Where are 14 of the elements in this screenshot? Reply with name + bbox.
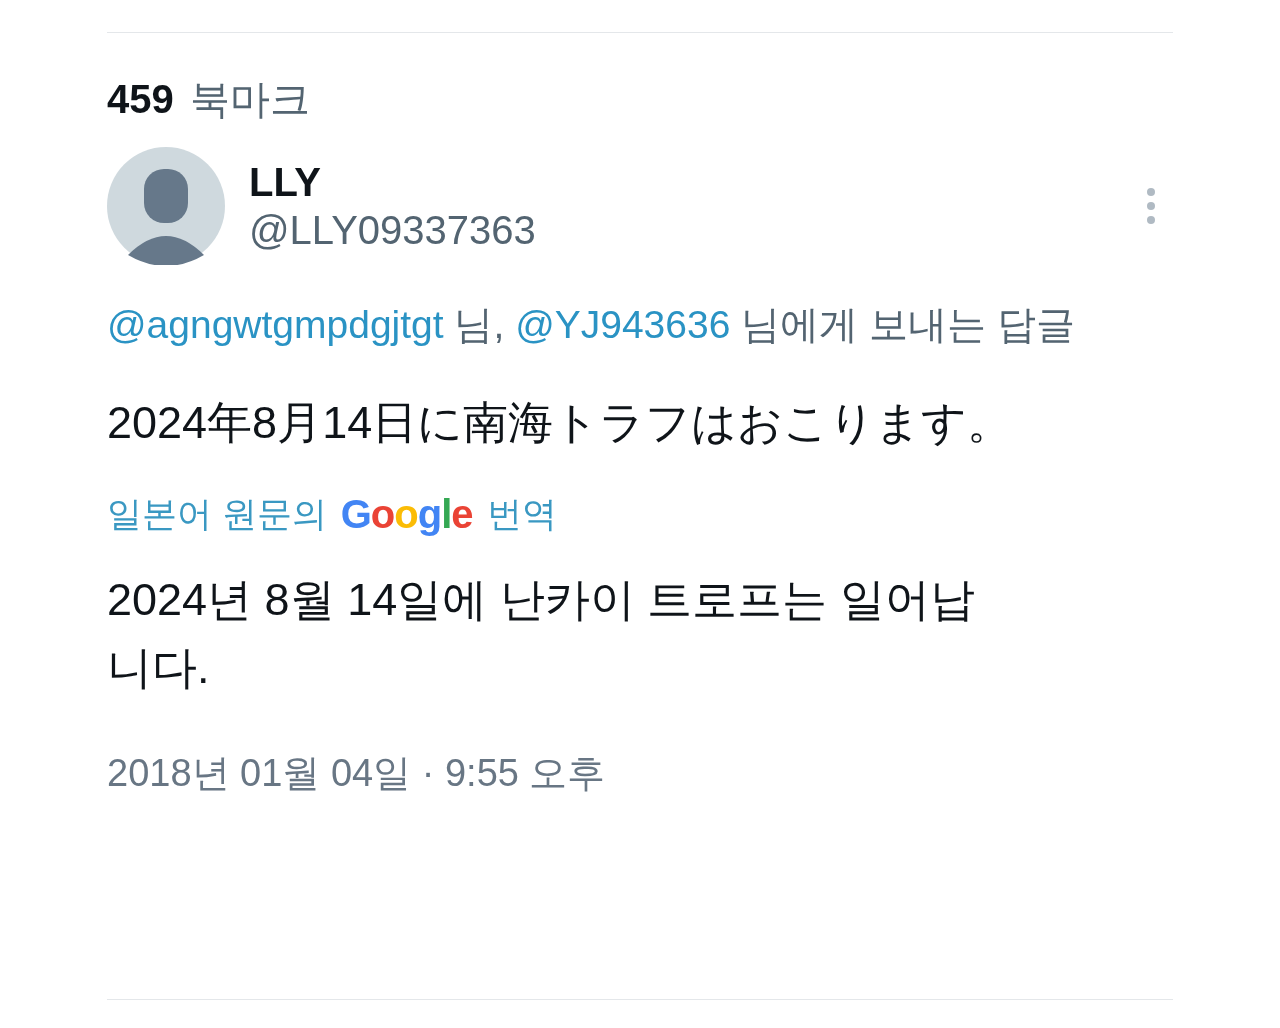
mention-link[interactable]: @YJ943636 [515, 303, 731, 346]
tweet-text: 2024年8月14日に南海トラフはおこります。 [107, 395, 1014, 450]
reply-context: @agngwtgmpdgjtgt 님, @YJ943636 님에게 보내는 답글 [107, 302, 1076, 348]
tweet-timestamp[interactable]: 2018년 01월 04일 · 9:55 오후 [107, 745, 1173, 803]
author-handle[interactable]: @LLY09337363 [249, 206, 1121, 254]
avatar-icon[interactable] [107, 147, 225, 265]
translation-label: 번역 [486, 493, 557, 536]
author-name[interactable]: LLY [249, 158, 1121, 206]
mention-link[interactable]: @agngwtgmpdgjtgt [107, 303, 444, 346]
bookmark-count[interactable]: 459 [107, 75, 174, 123]
translation-label: 일본어 원문의 [107, 493, 327, 536]
translated-text: 2024년 8월 14일에 난카이 트로프는 일어납니다. [107, 573, 976, 695]
bookmark-label[interactable]: 북마크 [189, 75, 310, 123]
google-logo: Google [340, 491, 473, 539]
